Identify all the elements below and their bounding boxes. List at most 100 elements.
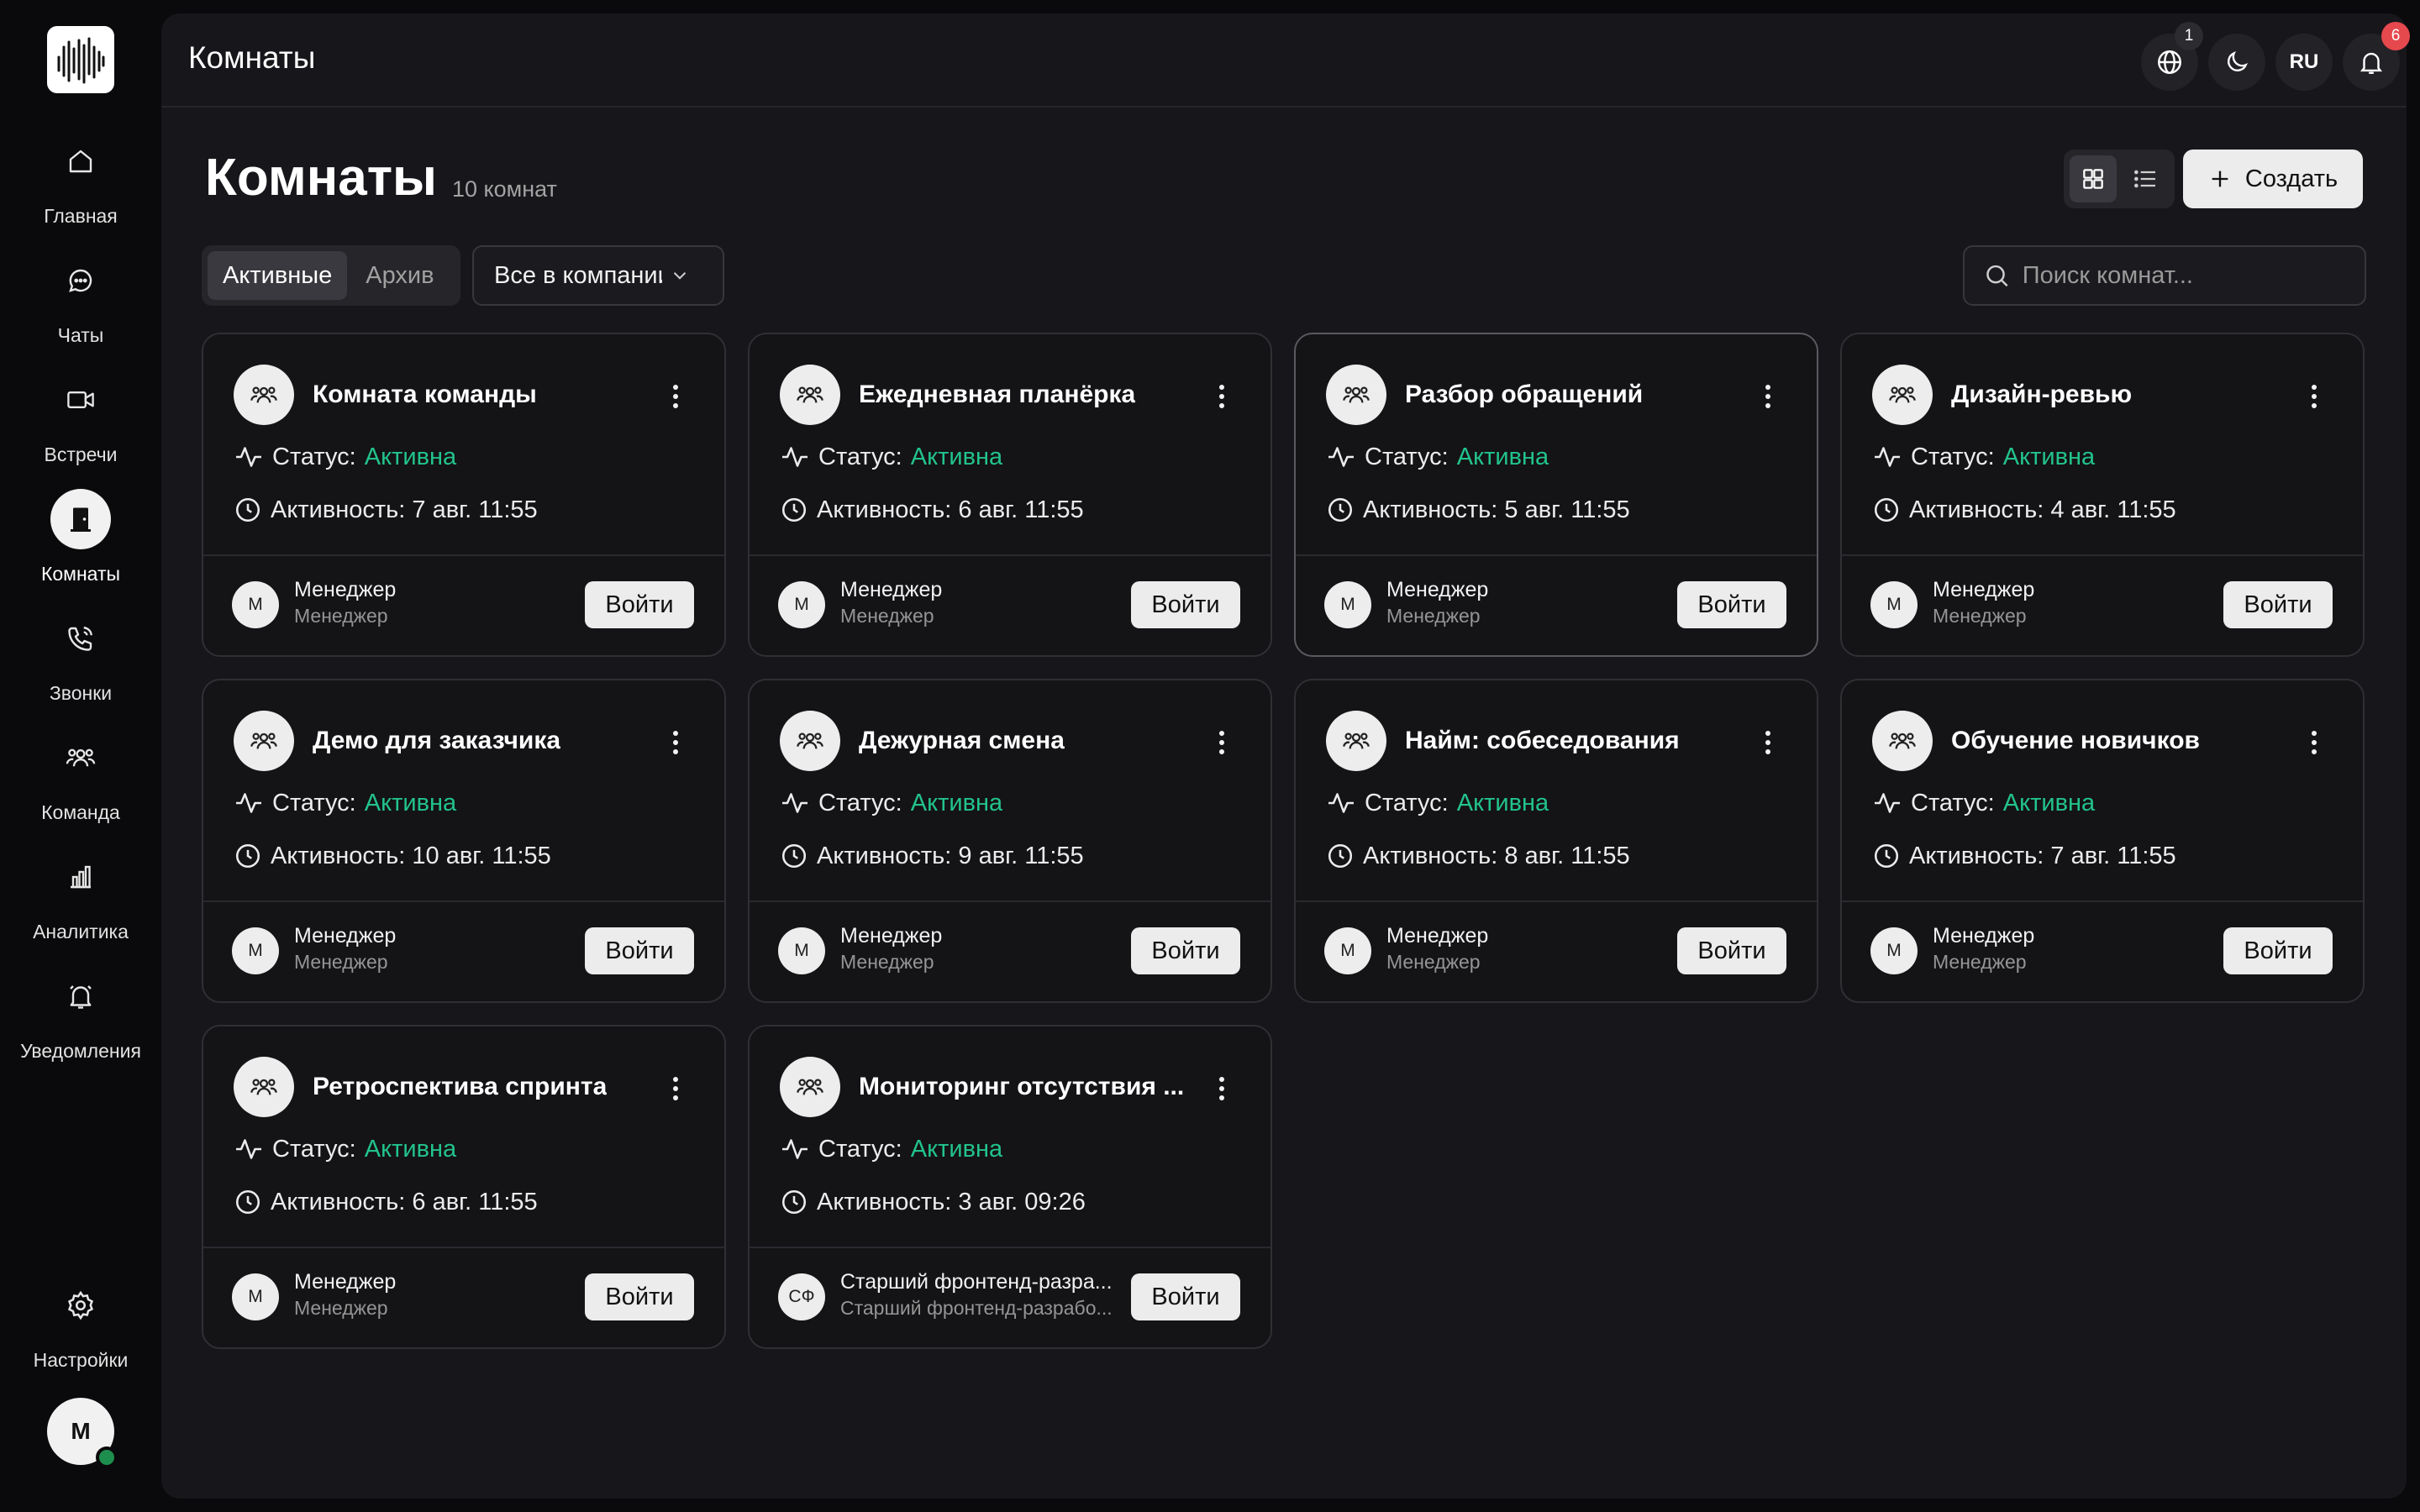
sidebar-item-meetings[interactable]: Встречи — [0, 370, 161, 472]
language-globe-button[interactable]: 1 — [2141, 22, 2203, 91]
sidebar-item-calls[interactable]: Звонки — [0, 608, 161, 711]
language-button[interactable]: RU — [2275, 34, 2333, 91]
enter-room-button[interactable]: Войти — [2223, 927, 2333, 974]
more-options-icon[interactable] — [2306, 727, 2323, 758]
status-value: Активна — [364, 443, 457, 470]
team-icon — [1872, 365, 1933, 425]
activity-pulse-icon — [1328, 793, 1354, 813]
room-card: Ретроспектива спринта Статус: Активна Ак… — [202, 1025, 726, 1349]
globe-badge: 1 — [2175, 22, 2203, 50]
team-icon — [234, 365, 294, 425]
company-filter-select[interactable]: Все в компании — [472, 245, 724, 306]
sidebar-item-team[interactable]: Команда — [0, 727, 161, 830]
filter-value: Все в компании — [494, 261, 662, 289]
clock-icon — [235, 1189, 260, 1215]
grid-view-button[interactable] — [2070, 155, 2117, 202]
app-logo[interactable] — [47, 26, 114, 93]
status-label: Статус: — [272, 443, 356, 470]
room-status-row: Статус: Активна — [234, 788, 456, 818]
activity-pulse-icon — [782, 1139, 808, 1159]
sidebar-item-label: Комнаты — [40, 563, 121, 585]
more-options-icon[interactable] — [667, 381, 684, 412]
room-card: Дизайн-ревью Статус: Активна Активность:… — [1840, 333, 2365, 657]
owner-role: Менеджер — [1933, 951, 2027, 973]
status-label: Статус: — [818, 789, 902, 816]
activity-pulse-icon — [1875, 447, 1900, 467]
sidebar-item-rooms[interactable]: Комнаты — [0, 489, 161, 591]
owner-avatar: М — [1324, 927, 1371, 974]
room-title: Комната команды — [313, 381, 537, 408]
notifications-badge: 6 — [2381, 22, 2410, 50]
sidebar-item-settings[interactable]: Настройки — [0, 1275, 161, 1378]
team-icon — [780, 365, 840, 425]
status-value: Активна — [1456, 789, 1549, 816]
more-options-icon[interactable] — [1760, 381, 1776, 412]
owner-name: Менеджер — [294, 924, 397, 948]
tab-archive[interactable]: Архив — [350, 251, 449, 300]
room-grid: Комната команды Статус: Активна Активнос… — [202, 333, 2366, 1349]
more-options-icon[interactable] — [1760, 727, 1776, 758]
status-value: Активна — [364, 789, 457, 816]
topbar: Комнаты 1 RU 6 — [161, 13, 2410, 108]
owner-name: Менеджер — [294, 1270, 397, 1294]
sidebar-item-chats[interactable]: Чаты — [0, 250, 161, 353]
enter-room-button[interactable]: Войти — [585, 927, 694, 974]
sidebar-item-label: Главная — [44, 205, 118, 227]
room-status-row: Статус: Активна — [1872, 442, 2095, 472]
activity-text: Активность: 10 авг. 11:55 — [271, 842, 551, 869]
more-options-icon[interactable] — [2306, 381, 2323, 412]
enter-room-button[interactable]: Войти — [1677, 581, 1786, 628]
enter-room-button[interactable]: Войти — [1131, 1273, 1240, 1320]
more-options-icon[interactable] — [667, 1074, 684, 1104]
tab-active[interactable]: Активные — [208, 251, 348, 300]
enter-room-button[interactable]: Войти — [1677, 927, 1786, 974]
more-options-icon[interactable] — [1213, 1074, 1230, 1104]
owner-name: Менеджер — [840, 578, 943, 601]
sidebar-item-home[interactable]: Главная — [0, 131, 161, 234]
enter-room-button[interactable]: Войти — [585, 1273, 694, 1320]
room-activity-row: Активность: 5 авг. 11:55 — [1326, 496, 1630, 524]
room-status-row: Статус: Активна — [780, 442, 1002, 472]
team-icon — [1872, 711, 1933, 771]
chat-icon — [50, 250, 111, 311]
room-card-footer: М Менеджер Менеджер Войти — [203, 1247, 724, 1347]
sidebar-item-label: Команда — [41, 801, 120, 823]
clock-icon — [1328, 497, 1353, 522]
moon-icon — [2228, 51, 2248, 71]
enter-room-button[interactable]: Войти — [2223, 581, 2333, 628]
clock-icon — [235, 843, 260, 869]
status-value: Активна — [910, 789, 1003, 816]
user-initial: M — [71, 1418, 91, 1444]
search-input[interactable] — [2022, 261, 2346, 290]
user-avatar[interactable]: M — [47, 1398, 118, 1468]
create-room-button[interactable]: Создать — [2183, 150, 2363, 208]
clock-icon — [235, 497, 260, 522]
home-icon — [50, 131, 111, 192]
room-activity-row: Активность: 7 авг. 11:55 — [234, 496, 538, 524]
more-options-icon[interactable] — [1213, 727, 1230, 758]
activity-pulse-icon — [236, 447, 261, 467]
room-card-footer: М Менеджер Менеджер Войти — [1296, 554, 1817, 655]
owner-avatar: М — [778, 927, 825, 974]
enter-room-button[interactable]: Войти — [1131, 927, 1240, 974]
more-options-icon[interactable] — [667, 727, 684, 758]
room-status-row: Статус: Активна — [234, 1134, 456, 1164]
owner-name: Менеджер — [1933, 924, 2035, 948]
owner-name: Менеджер — [1386, 924, 1489, 948]
sidebar-item-analytics[interactable]: Аналитика — [0, 847, 161, 949]
status-label: Статус: — [1365, 443, 1449, 470]
activity-pulse-icon — [236, 1139, 261, 1159]
room-title: Демо для заказчика — [313, 727, 561, 754]
room-card: Найм: собеседования Статус: Активна Акти… — [1294, 679, 1818, 1003]
notifications-button[interactable]: 6 — [2343, 22, 2410, 91]
language-code: RU — [2289, 50, 2319, 73]
enter-room-button[interactable]: Войти — [585, 581, 694, 628]
theme-toggle-button[interactable] — [2208, 34, 2265, 91]
list-view-button[interactable] — [2122, 155, 2169, 202]
sidebar-item-notifications[interactable]: Уведомления — [0, 966, 161, 1068]
activity-pulse-icon — [782, 447, 808, 467]
team-icon — [1326, 365, 1386, 425]
enter-room-button[interactable]: Войти — [1131, 581, 1240, 628]
room-title: Мониторинг отсутствия ... — [859, 1073, 1185, 1100]
more-options-icon[interactable] — [1213, 381, 1230, 412]
